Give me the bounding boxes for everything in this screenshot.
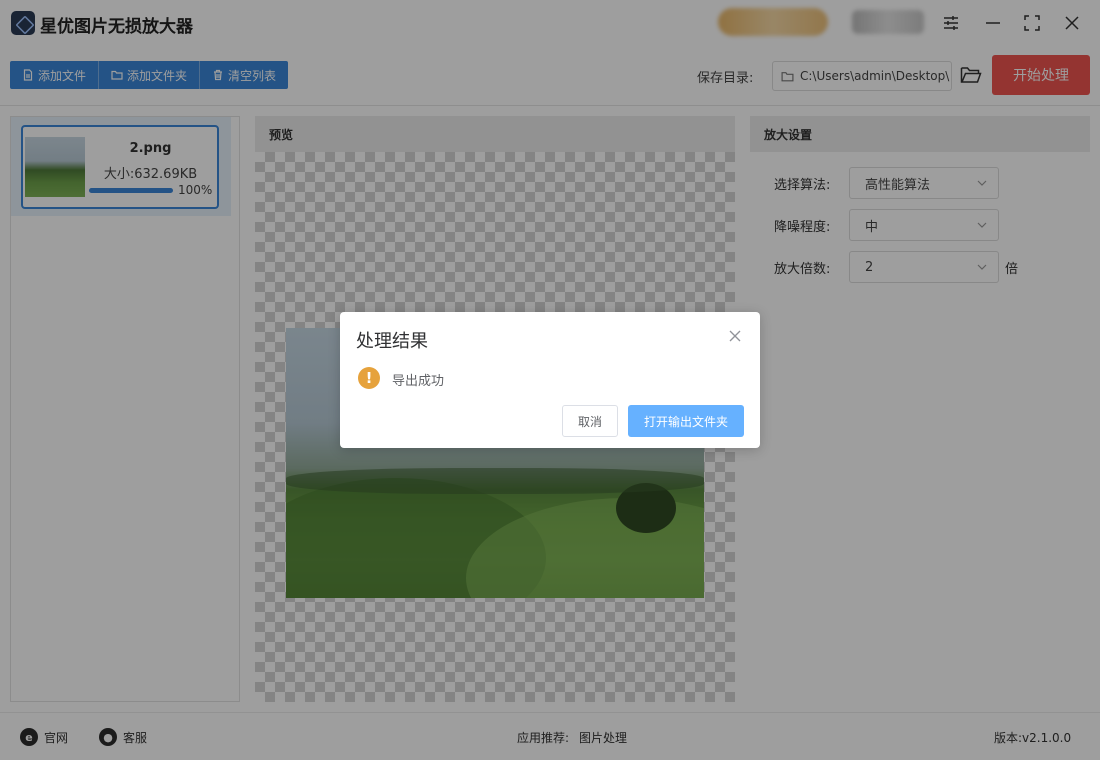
warning-icon: ! xyxy=(358,367,380,389)
close-icon[interactable] xyxy=(728,329,742,343)
dialog-title: 处理结果 xyxy=(356,331,428,352)
open-output-folder-button[interactable]: 打开输出文件夹 xyxy=(628,405,744,437)
dialog-message: 导出成功 xyxy=(392,374,445,389)
cancel-button[interactable]: 取消 xyxy=(562,405,618,437)
result-dialog: 处理结果 ! 导出成功 取消 打开输出文件夹 xyxy=(340,312,760,448)
